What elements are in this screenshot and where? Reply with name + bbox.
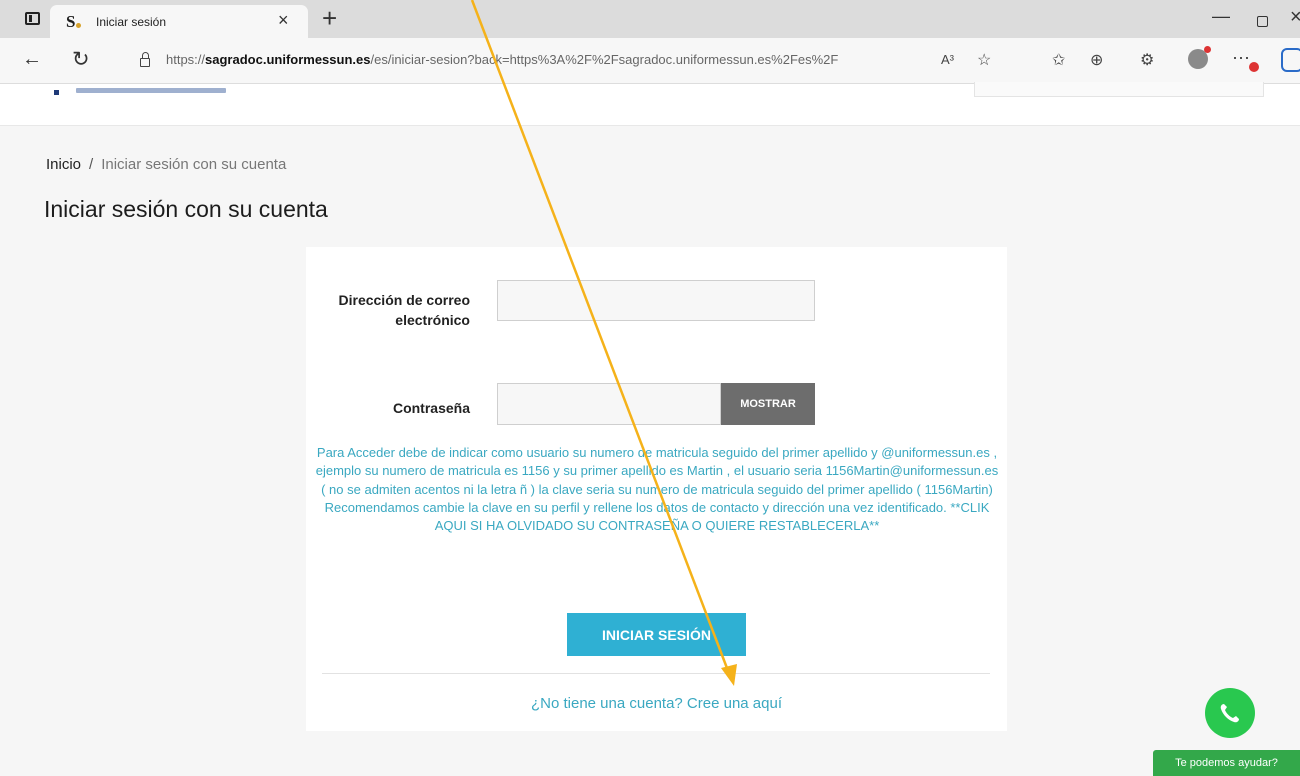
tab-close-icon[interactable]: × (278, 10, 289, 31)
whatsapp-icon[interactable] (1205, 688, 1255, 738)
password-label: Contraseña (392, 400, 470, 416)
browser-tab-bar: S Iniciar sesión × + — × (0, 0, 1300, 38)
card-divider (322, 673, 990, 674)
url-path: /es/iniciar-sesion?back=https%3A%2F%2Fsa… (370, 52, 839, 67)
minimize-icon[interactable]: — (1212, 6, 1230, 27)
site-favicon-icon: S (66, 12, 76, 31)
extensions-icon[interactable]: ⚙ (1140, 50, 1154, 70)
new-tab-button[interactable]: + (322, 3, 337, 34)
more-icon[interactable]: ⋯ (1232, 48, 1250, 69)
collections-icon[interactable]: ⊕ (1090, 50, 1103, 70)
password-field[interactable] (497, 383, 721, 425)
site-logo-icon[interactable] (54, 90, 59, 95)
header-search-input[interactable] (974, 82, 1264, 97)
refresh-icon[interactable]: ↻ (72, 47, 90, 72)
login-help-text[interactable]: Para Acceder debe de indicar como usuari… (312, 444, 1002, 535)
create-account-link[interactable]: ¿No tiene una cuenta? Cree una aquí (306, 695, 1007, 712)
page-title: Iniciar sesión con su cuenta (44, 196, 328, 222)
notification-badge (1249, 62, 1259, 72)
window-close-icon[interactable]: × (1290, 6, 1300, 29)
url-field[interactable]: https://sagradoc.uniformessun.es/es/inic… (166, 52, 936, 67)
site-header (0, 82, 1300, 126)
breadcrumb: Inicio / Iniciar sesión con su cuenta (46, 156, 286, 173)
read-aloud-icon[interactable]: A³ (941, 52, 954, 67)
profile-icon[interactable] (1188, 46, 1211, 69)
favorites-icon[interactable]: ✩ (1052, 50, 1065, 70)
favorite-star-icon[interactable]: ☆ (977, 50, 991, 70)
login-card: Dirección de correo electrónico Contrase… (306, 247, 1007, 731)
email-label: Dirección de correo electrónico (338, 292, 471, 328)
bing-icon[interactable] (1281, 48, 1300, 72)
chat-help-badge[interactable]: Te podemos ayudar? (1153, 750, 1300, 776)
show-password-button[interactable]: MOSTRAR (721, 383, 815, 425)
url-domain: sagradoc.uniformessun.es (205, 52, 371, 67)
back-icon[interactable]: ← (22, 48, 42, 71)
site-logo-wordmark[interactable] (76, 88, 226, 93)
breadcrumb-separator: / (89, 156, 94, 173)
phone-icon (1220, 704, 1239, 723)
url-prefix: https:// (166, 52, 206, 67)
browser-tab[interactable]: S Iniciar sesión × (50, 5, 308, 38)
login-button[interactable]: INICIAR SESIÓN (567, 613, 746, 656)
browser-address-bar: ← ↻ https://sagradoc.uniformessun.es/es/… (0, 38, 1300, 84)
favicon-accent (76, 23, 81, 28)
breadcrumb-home-link[interactable]: Inicio (46, 156, 81, 173)
breadcrumb-current: Iniciar sesión con su cuenta (101, 156, 287, 173)
lock-icon[interactable] (140, 52, 150, 67)
email-field[interactable] (497, 280, 815, 321)
tab-actions-icon[interactable] (25, 12, 40, 25)
maximize-icon[interactable] (1257, 16, 1268, 27)
tab-title: Iniciar sesión (96, 15, 167, 29)
